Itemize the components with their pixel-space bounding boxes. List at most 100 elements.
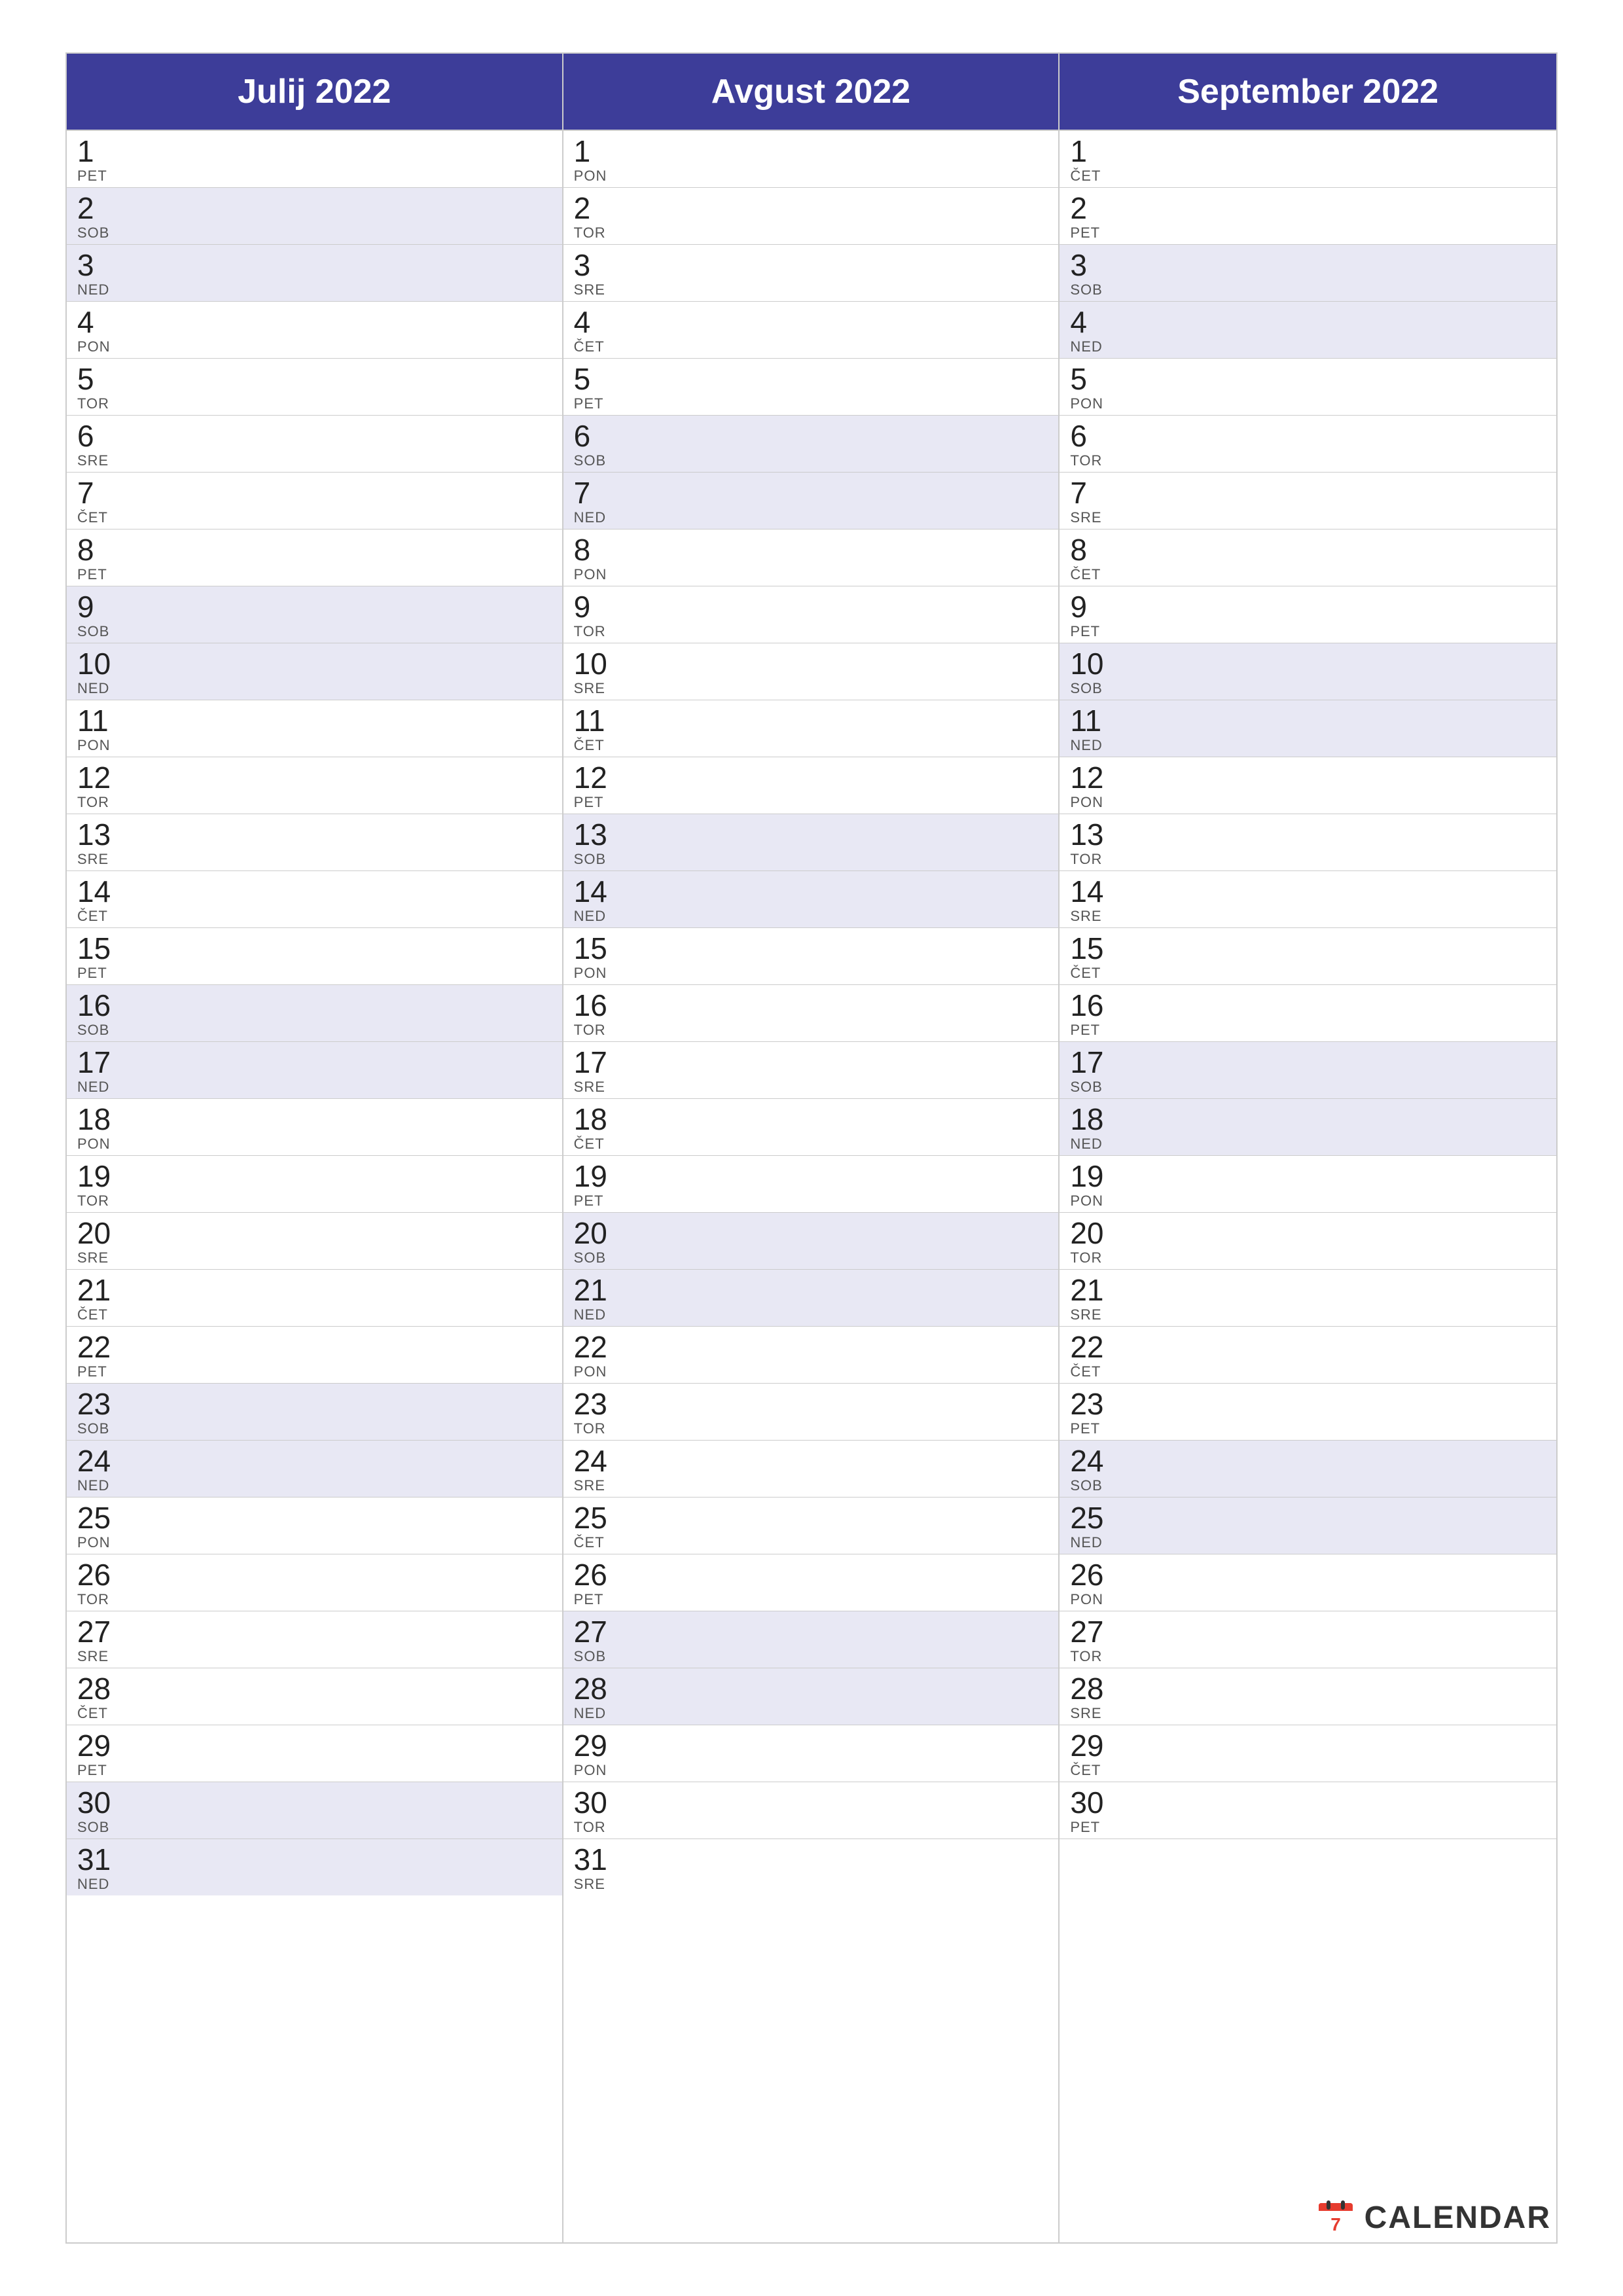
svg-text:7: 7 xyxy=(1330,2214,1341,2234)
day-row: 14SRE xyxy=(1060,871,1556,928)
day-row: 23TOR xyxy=(563,1384,1059,1441)
day-content xyxy=(1118,1611,1556,1668)
day-number: 2 xyxy=(77,193,94,223)
day-content xyxy=(126,1156,562,1212)
day-content xyxy=(622,359,1059,415)
day-number: 18 xyxy=(574,1104,607,1134)
day-number-area: 27TOR xyxy=(1060,1611,1118,1668)
day-name: PET xyxy=(574,1193,604,1210)
day-number-area: 10NED xyxy=(67,643,126,700)
day-number: 12 xyxy=(77,762,111,793)
day-row: 6TOR xyxy=(1060,416,1556,473)
day-number-area: 6SOB xyxy=(563,416,622,472)
day-content xyxy=(622,871,1059,927)
day-number-area: 11ČET xyxy=(563,700,622,757)
day-number: 4 xyxy=(77,307,94,337)
day-number-area: 27SRE xyxy=(67,1611,126,1668)
day-row: 8PET xyxy=(67,529,562,586)
day-name: SOB xyxy=(77,1420,109,1437)
day-name: PON xyxy=(77,1136,111,1153)
day-row: 6SRE xyxy=(67,416,562,473)
day-row: 10NED xyxy=(67,643,562,700)
day-row: 13TOR xyxy=(1060,814,1556,871)
day-number-area: 16TOR xyxy=(563,985,622,1041)
day-number: 15 xyxy=(77,933,111,963)
day-row: 20SOB xyxy=(563,1213,1059,1270)
day-content xyxy=(126,473,562,529)
day-number-area: 20SRE xyxy=(67,1213,126,1269)
day-number-area: 15ČET xyxy=(1060,928,1118,984)
day-number: 31 xyxy=(77,1844,111,1874)
logo-text: CALENDAR xyxy=(1364,2200,1551,2236)
day-number-area: 31NED xyxy=(67,1839,126,1895)
day-number: 6 xyxy=(574,421,591,451)
day-number: 30 xyxy=(77,1787,111,1818)
day-content xyxy=(622,1270,1059,1326)
day-number: 7 xyxy=(574,478,591,508)
day-number: 22 xyxy=(1070,1332,1103,1362)
day-number-area: 7SRE xyxy=(1060,473,1118,529)
month-column-0: Julij 20221PET2SOB3NED4PON5TOR6SRE7ČET8P… xyxy=(67,54,563,2242)
day-row: 26PET xyxy=(563,1554,1059,1611)
day-content xyxy=(1118,1327,1556,1383)
day-name: SRE xyxy=(574,1477,605,1494)
day-number: 22 xyxy=(77,1332,111,1362)
day-number: 3 xyxy=(1070,250,1087,280)
day-number: 9 xyxy=(77,592,94,622)
day-row: 8ČET xyxy=(1060,529,1556,586)
day-row: 1 PET xyxy=(67,131,562,188)
day-row: 29PET xyxy=(67,1725,562,1782)
day-name: SRE xyxy=(574,1079,605,1096)
day-content xyxy=(622,416,1059,472)
day-name: PET xyxy=(574,1591,604,1608)
day-number: 1 xyxy=(77,136,94,166)
day-number-area: 20TOR xyxy=(1060,1213,1118,1269)
day-name: SRE xyxy=(1070,908,1101,925)
day-number-area: 8PON xyxy=(563,529,622,586)
day-number: 5 xyxy=(77,364,94,394)
day-name: SOB xyxy=(1070,1079,1102,1096)
day-name: TOR xyxy=(1070,851,1102,868)
day-number: 29 xyxy=(1070,1731,1103,1761)
day-number: 23 xyxy=(77,1389,111,1419)
day-number: 13 xyxy=(1070,819,1103,850)
day-row: 1ČET xyxy=(1060,131,1556,188)
day-name: PON xyxy=(574,566,607,583)
day-content xyxy=(1118,1042,1556,1098)
day-number: 9 xyxy=(574,592,591,622)
day-number-area: 5PON xyxy=(1060,359,1118,415)
day-number-area: 2PET xyxy=(1060,188,1118,244)
day-name: SOB xyxy=(1070,1477,1102,1494)
day-content xyxy=(622,302,1059,358)
day-number-area: 14NED xyxy=(563,871,622,927)
day-row: 26PON xyxy=(1060,1554,1556,1611)
day-content xyxy=(126,1668,562,1725)
day-name: TOR xyxy=(574,224,606,242)
day-name: PET xyxy=(77,1762,107,1779)
day-name: PET xyxy=(1070,1022,1100,1039)
month-header-2: September 2022 xyxy=(1060,54,1556,131)
day-content xyxy=(126,359,562,415)
day-number: 4 xyxy=(1070,307,1087,337)
day-row: 12TOR xyxy=(67,757,562,814)
day-row: 9TOR xyxy=(563,586,1059,643)
day-name: NED xyxy=(1070,338,1102,355)
day-number: 24 xyxy=(574,1446,607,1476)
day-row: 22PON xyxy=(563,1327,1059,1384)
day-content xyxy=(1118,586,1556,643)
day-number: 2 xyxy=(574,193,591,223)
day-content xyxy=(622,985,1059,1041)
day-name: PET xyxy=(1070,623,1100,640)
day-name: PET xyxy=(77,168,107,185)
day-name: SOB xyxy=(77,224,109,242)
day-number: 27 xyxy=(574,1617,607,1647)
day-content xyxy=(1118,1099,1556,1155)
day-name: NED xyxy=(77,1079,109,1096)
day-name: SOB xyxy=(574,1648,606,1665)
day-row: 10SOB xyxy=(1060,643,1556,700)
day-row: 17SRE xyxy=(563,1042,1059,1099)
day-number-area: 21NED xyxy=(563,1270,622,1326)
day-number-area: 3SOB xyxy=(1060,245,1118,301)
day-row: 4NED xyxy=(1060,302,1556,359)
day-name: TOR xyxy=(77,794,109,811)
